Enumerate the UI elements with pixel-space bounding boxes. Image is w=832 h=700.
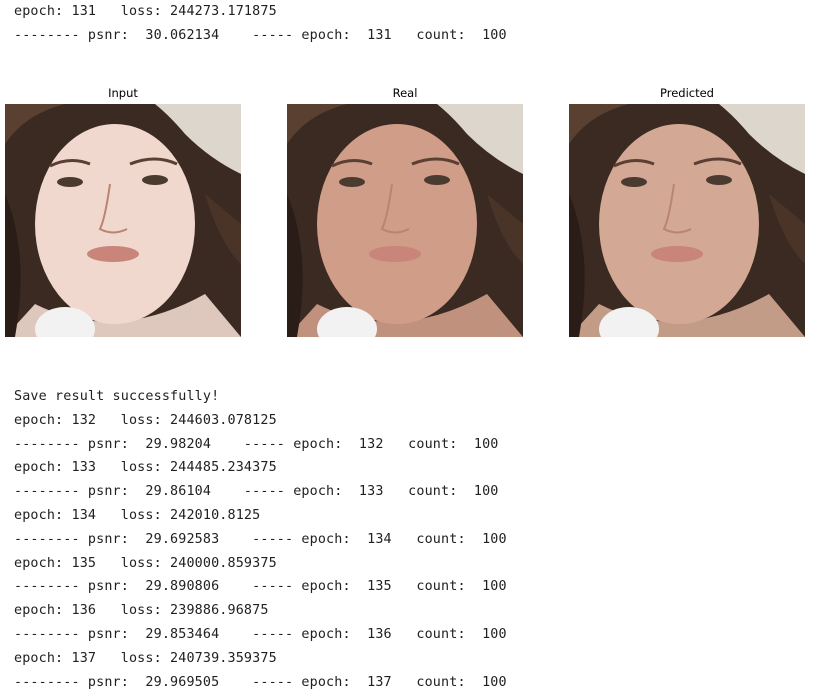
output-line-epoch-131: epoch: 131 loss: 244273.171875 <box>14 4 277 19</box>
input-image <box>5 104 241 337</box>
output-line-epoch-137: epoch: 137 loss: 240739.359375 <box>14 651 277 666</box>
panel-title-real: Real <box>392 86 418 100</box>
output-line-epoch-133: epoch: 133 loss: 244485.234375 <box>14 460 277 475</box>
predicted-image <box>569 104 805 337</box>
output-line-epoch-136: epoch: 136 loss: 239886.96875 <box>14 603 269 618</box>
output-line-psnr-135: -------- psnr: 29.890806 ----- epoch: 13… <box>14 579 507 594</box>
output-line-psnr-137: -------- psnr: 29.969505 ----- epoch: 13… <box>14 675 507 690</box>
panel-title-predicted: Predicted <box>660 86 714 100</box>
output-line-psnr-136: -------- psnr: 29.853464 ----- epoch: 13… <box>14 627 507 642</box>
real-image <box>287 104 523 337</box>
output-line-psnr-131: -------- psnr: 30.062134 ----- epoch: 13… <box>14 28 507 43</box>
output-line-save-result: Save result successfully! <box>14 389 220 404</box>
panel-title-input: Input <box>108 86 138 100</box>
output-line-psnr-133: -------- psnr: 29.86104 ----- epoch: 133… <box>14 484 499 499</box>
output-line-epoch-134: epoch: 134 loss: 242010.8125 <box>14 508 261 523</box>
output-line-psnr-132: -------- psnr: 29.98204 ----- epoch: 132… <box>14 437 499 452</box>
output-line-epoch-135: epoch: 135 loss: 240000.859375 <box>14 556 277 571</box>
output-line-epoch-132: epoch: 132 loss: 244603.078125 <box>14 413 277 428</box>
output-line-psnr-134: -------- psnr: 29.692583 ----- epoch: 13… <box>14 532 507 547</box>
